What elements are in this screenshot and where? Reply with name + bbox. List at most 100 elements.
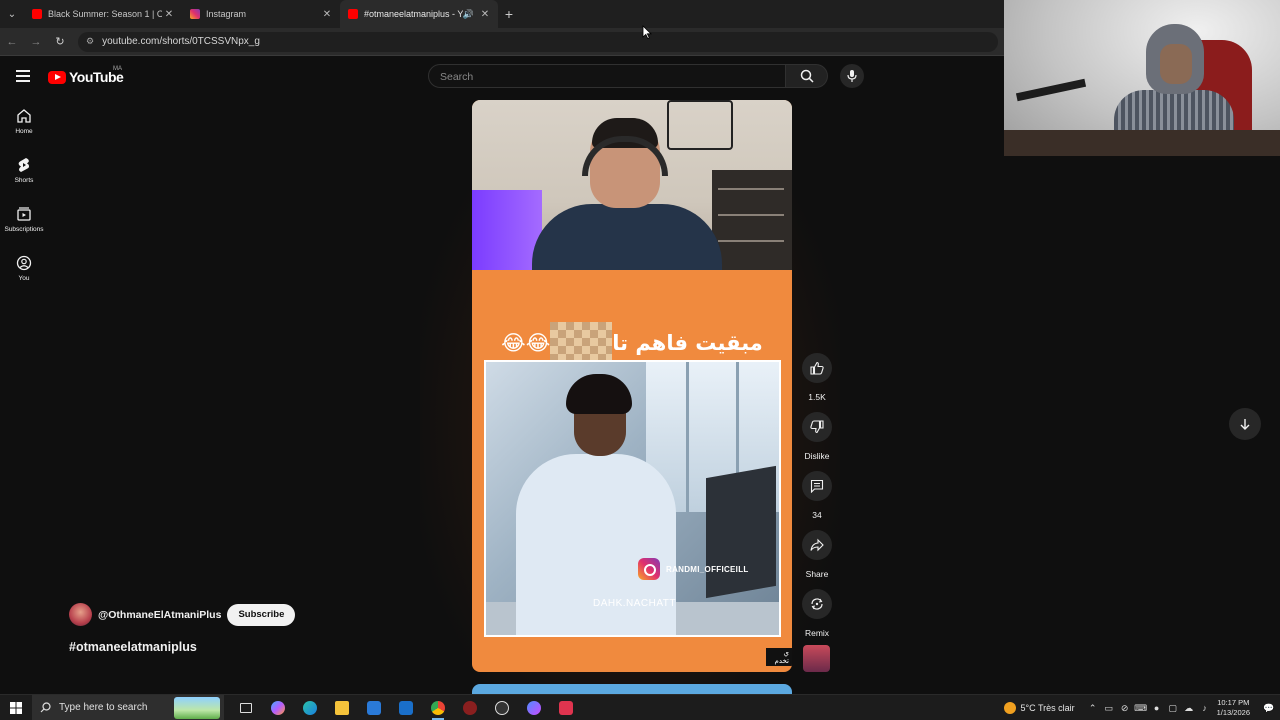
battery-icon[interactable]: ▭ bbox=[1101, 703, 1117, 714]
search-highlight-image bbox=[174, 696, 220, 719]
app-icon bbox=[463, 700, 477, 715]
reload-icon[interactable]: ↻ bbox=[48, 35, 72, 48]
weather-widget[interactable]: 5°C Très clair bbox=[1003, 702, 1075, 714]
tab-title: Black Summer: Season 1 | Offici bbox=[48, 9, 162, 19]
guide-item-shorts[interactable]: Shorts bbox=[0, 153, 48, 202]
display-icon[interactable]: ▢ bbox=[1165, 703, 1181, 714]
short-actions: 1.5K Dislike 34 Share Remix bbox=[796, 350, 838, 645]
tab-black-summer[interactable]: Black Summer: Season 1 | Offici ✕ bbox=[24, 0, 182, 28]
taskbar-search[interactable]: Type here to search bbox=[32, 694, 224, 720]
mail-icon bbox=[399, 700, 413, 715]
back-icon[interactable]: ← bbox=[0, 36, 24, 48]
close-icon[interactable]: ✕ bbox=[162, 9, 176, 20]
network-icon[interactable]: ⊘ bbox=[1117, 703, 1133, 714]
browser-toolbar: ← → ↻ ⚙ youtube.com/shorts/0TCSSVNpx_g bbox=[0, 28, 1004, 56]
obs-button[interactable] bbox=[486, 695, 518, 720]
comment-count: 34 bbox=[812, 510, 822, 520]
taskbar-search-placeholder: Type here to search bbox=[59, 702, 148, 713]
language-icon[interactable]: ⌨ bbox=[1133, 703, 1149, 714]
search-button[interactable] bbox=[786, 64, 828, 88]
chrome-icon bbox=[431, 700, 445, 715]
notifications-icon[interactable]: 💬 bbox=[1258, 703, 1280, 714]
weather-text: 5°C Très clair bbox=[1020, 703, 1075, 713]
like-count: 1.5K bbox=[808, 392, 826, 402]
remix-button[interactable]: Remix bbox=[796, 586, 838, 645]
dislike-label: Dislike bbox=[804, 451, 830, 461]
menu-icon[interactable] bbox=[16, 70, 30, 82]
microphone-icon bbox=[847, 70, 857, 82]
remix-icon bbox=[811, 598, 823, 610]
outlook-button[interactable] bbox=[390, 695, 422, 720]
speaker-icon[interactable]: 🔊 bbox=[463, 9, 474, 20]
mouse-cursor-icon bbox=[642, 25, 652, 39]
file-explorer-button[interactable] bbox=[326, 695, 358, 720]
task-view-button[interactable] bbox=[230, 695, 262, 720]
chrome-button[interactable] bbox=[422, 695, 454, 720]
mini-guide: Home Shorts Subscriptions You bbox=[0, 104, 48, 300]
tab-instagram[interactable]: Instagram ✕ bbox=[182, 0, 340, 28]
video-editor-button[interactable] bbox=[550, 695, 582, 720]
shorts-icon bbox=[18, 158, 30, 172]
cloud-icon[interactable]: ☁ bbox=[1181, 703, 1197, 714]
dislike-button[interactable]: Dislike bbox=[796, 409, 838, 468]
clock-date: 1/13/2026 bbox=[1216, 708, 1250, 717]
guide-item-subscriptions[interactable]: Subscriptions bbox=[0, 202, 48, 251]
short-video-player[interactable]: مبقيت فاهم تا 😂😂 RANDMI_OFFICEILL DAHK.NA… bbox=[472, 100, 792, 672]
edge-icon bbox=[303, 700, 317, 715]
instagram-handle: RANDMI_OFFICEILL bbox=[666, 564, 749, 574]
address-bar[interactable]: ⚙ youtube.com/shorts/0TCSSVNpx_g bbox=[78, 31, 998, 52]
forward-icon[interactable]: → bbox=[24, 36, 48, 48]
tab-search-button[interactable]: ⌄ bbox=[0, 0, 24, 28]
watermark-text: DAHK.NACHATT bbox=[592, 598, 677, 609]
like-icon bbox=[810, 361, 824, 375]
url-text: youtube.com/shorts/0TCSSVNpx_g bbox=[102, 36, 260, 47]
meme-image: RANDMI_OFFICEILL DAHK.NACHATT bbox=[484, 360, 781, 637]
search-input[interactable]: Search bbox=[428, 64, 786, 88]
sound-avatar[interactable] bbox=[803, 645, 830, 672]
guide-label: Home bbox=[15, 128, 33, 135]
chevron-up-icon[interactable]: ⌃ bbox=[1085, 703, 1101, 714]
weather-sun-icon bbox=[1003, 702, 1016, 714]
guide-item-home[interactable]: Home bbox=[0, 104, 48, 153]
channel-info: @OthmaneElAtmaniPlus Subscribe bbox=[69, 603, 296, 626]
you-icon bbox=[16, 255, 32, 271]
new-tab-button[interactable]: + bbox=[498, 6, 520, 22]
voice-search-button[interactable] bbox=[840, 64, 864, 88]
folder-icon bbox=[335, 700, 349, 715]
youtube-favicon-icon bbox=[348, 9, 358, 19]
close-icon[interactable]: ✕ bbox=[320, 9, 334, 20]
tab-youtube-shorts[interactable]: #otmaneelatmaniplus - You 🔊 ✕ bbox=[340, 0, 498, 28]
app-button-red[interactable] bbox=[454, 695, 486, 720]
youtube-favicon-icon bbox=[32, 9, 42, 19]
copilot-button[interactable] bbox=[262, 695, 294, 720]
next-short-button[interactable] bbox=[1229, 408, 1261, 440]
instagram-icon bbox=[638, 558, 660, 580]
remix-label: Remix bbox=[804, 628, 830, 638]
comments-button[interactable]: 34 bbox=[796, 468, 838, 527]
search-icon bbox=[800, 69, 814, 83]
share-button[interactable]: Share bbox=[796, 527, 838, 586]
store-button[interactable] bbox=[358, 695, 390, 720]
channel-handle[interactable]: @OthmaneElAtmaniPlus bbox=[98, 609, 221, 621]
subscribe-button[interactable]: Subscribe bbox=[227, 603, 296, 626]
guide-item-you[interactable]: You bbox=[0, 251, 48, 300]
site-info-icon[interactable]: ⚙ bbox=[86, 36, 94, 47]
task-view-icon bbox=[240, 702, 252, 713]
messenger-button[interactable] bbox=[518, 695, 550, 720]
like-button[interactable]: 1.5K bbox=[796, 350, 838, 409]
clock-time: 10:17 PM bbox=[1217, 698, 1250, 707]
volume-icon[interactable]: ♪ bbox=[1197, 703, 1213, 713]
home-icon bbox=[17, 109, 31, 123]
channel-avatar[interactable] bbox=[69, 603, 92, 626]
tab-title: #otmaneelatmaniplus - You bbox=[364, 9, 463, 19]
short-title-hashtag[interactable]: #otmaneelatmaniplus bbox=[69, 640, 197, 654]
edge-button[interactable] bbox=[294, 695, 326, 720]
microphone-tray-icon[interactable]: ● bbox=[1149, 703, 1165, 713]
clock[interactable]: 10:17 PM 1/13/2026 bbox=[1217, 698, 1250, 718]
country-code: MA bbox=[113, 66, 122, 72]
youtube-logo[interactable]: YouTube MA bbox=[48, 66, 124, 85]
start-button[interactable] bbox=[0, 695, 32, 720]
close-icon[interactable]: ✕ bbox=[478, 9, 492, 20]
wall-art bbox=[667, 100, 733, 150]
messenger-icon bbox=[527, 700, 541, 715]
